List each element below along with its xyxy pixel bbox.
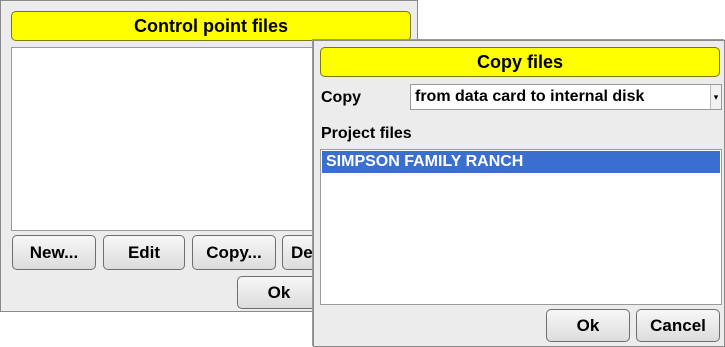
copy-button[interactable]: Copy... [192, 235, 276, 270]
copy-dialog-title: Copy files [320, 47, 720, 77]
delete-button-label: De [291, 242, 313, 262]
list-item[interactable]: SIMPSON FAMILY RANCH [322, 151, 720, 173]
list-item-label: SIMPSON FAMILY RANCH [326, 153, 524, 170]
copy-button-label: Copy... [206, 242, 262, 262]
copy-direction-value: from data card to internal disk [415, 88, 645, 105]
project-files-label: Project files [321, 125, 412, 142]
edit-button[interactable]: Edit [103, 235, 185, 270]
new-button[interactable]: New... [12, 235, 96, 270]
new-button-label: New... [29, 242, 79, 262]
cancel-button[interactable]: Cancel [636, 309, 720, 342]
control-ok-button[interactable]: Ok [237, 276, 321, 309]
control-dialog-title: Control point files [11, 11, 411, 41]
chevron-down-icon[interactable]: ▾ [710, 85, 721, 109]
project-files-list[interactable]: SIMPSON FAMILY RANCH [320, 149, 722, 305]
control-dialog-title-text: Control point files [134, 15, 288, 36]
copy-ok-button[interactable]: Ok [546, 309, 630, 342]
edit-button-label: Edit [127, 242, 161, 262]
copy-direction-select[interactable]: from data card to internal disk ▾ [410, 84, 722, 110]
control-ok-button-label: Ok [267, 282, 291, 302]
copy-label: Copy [321, 89, 361, 106]
copy-ok-button-label: Ok [576, 315, 600, 335]
copy-files-dialog: Copy files Copy from data card to intern… [313, 40, 725, 347]
cancel-button-label: Cancel [650, 315, 706, 335]
copy-dialog-title-text: Copy files [476, 51, 564, 72]
